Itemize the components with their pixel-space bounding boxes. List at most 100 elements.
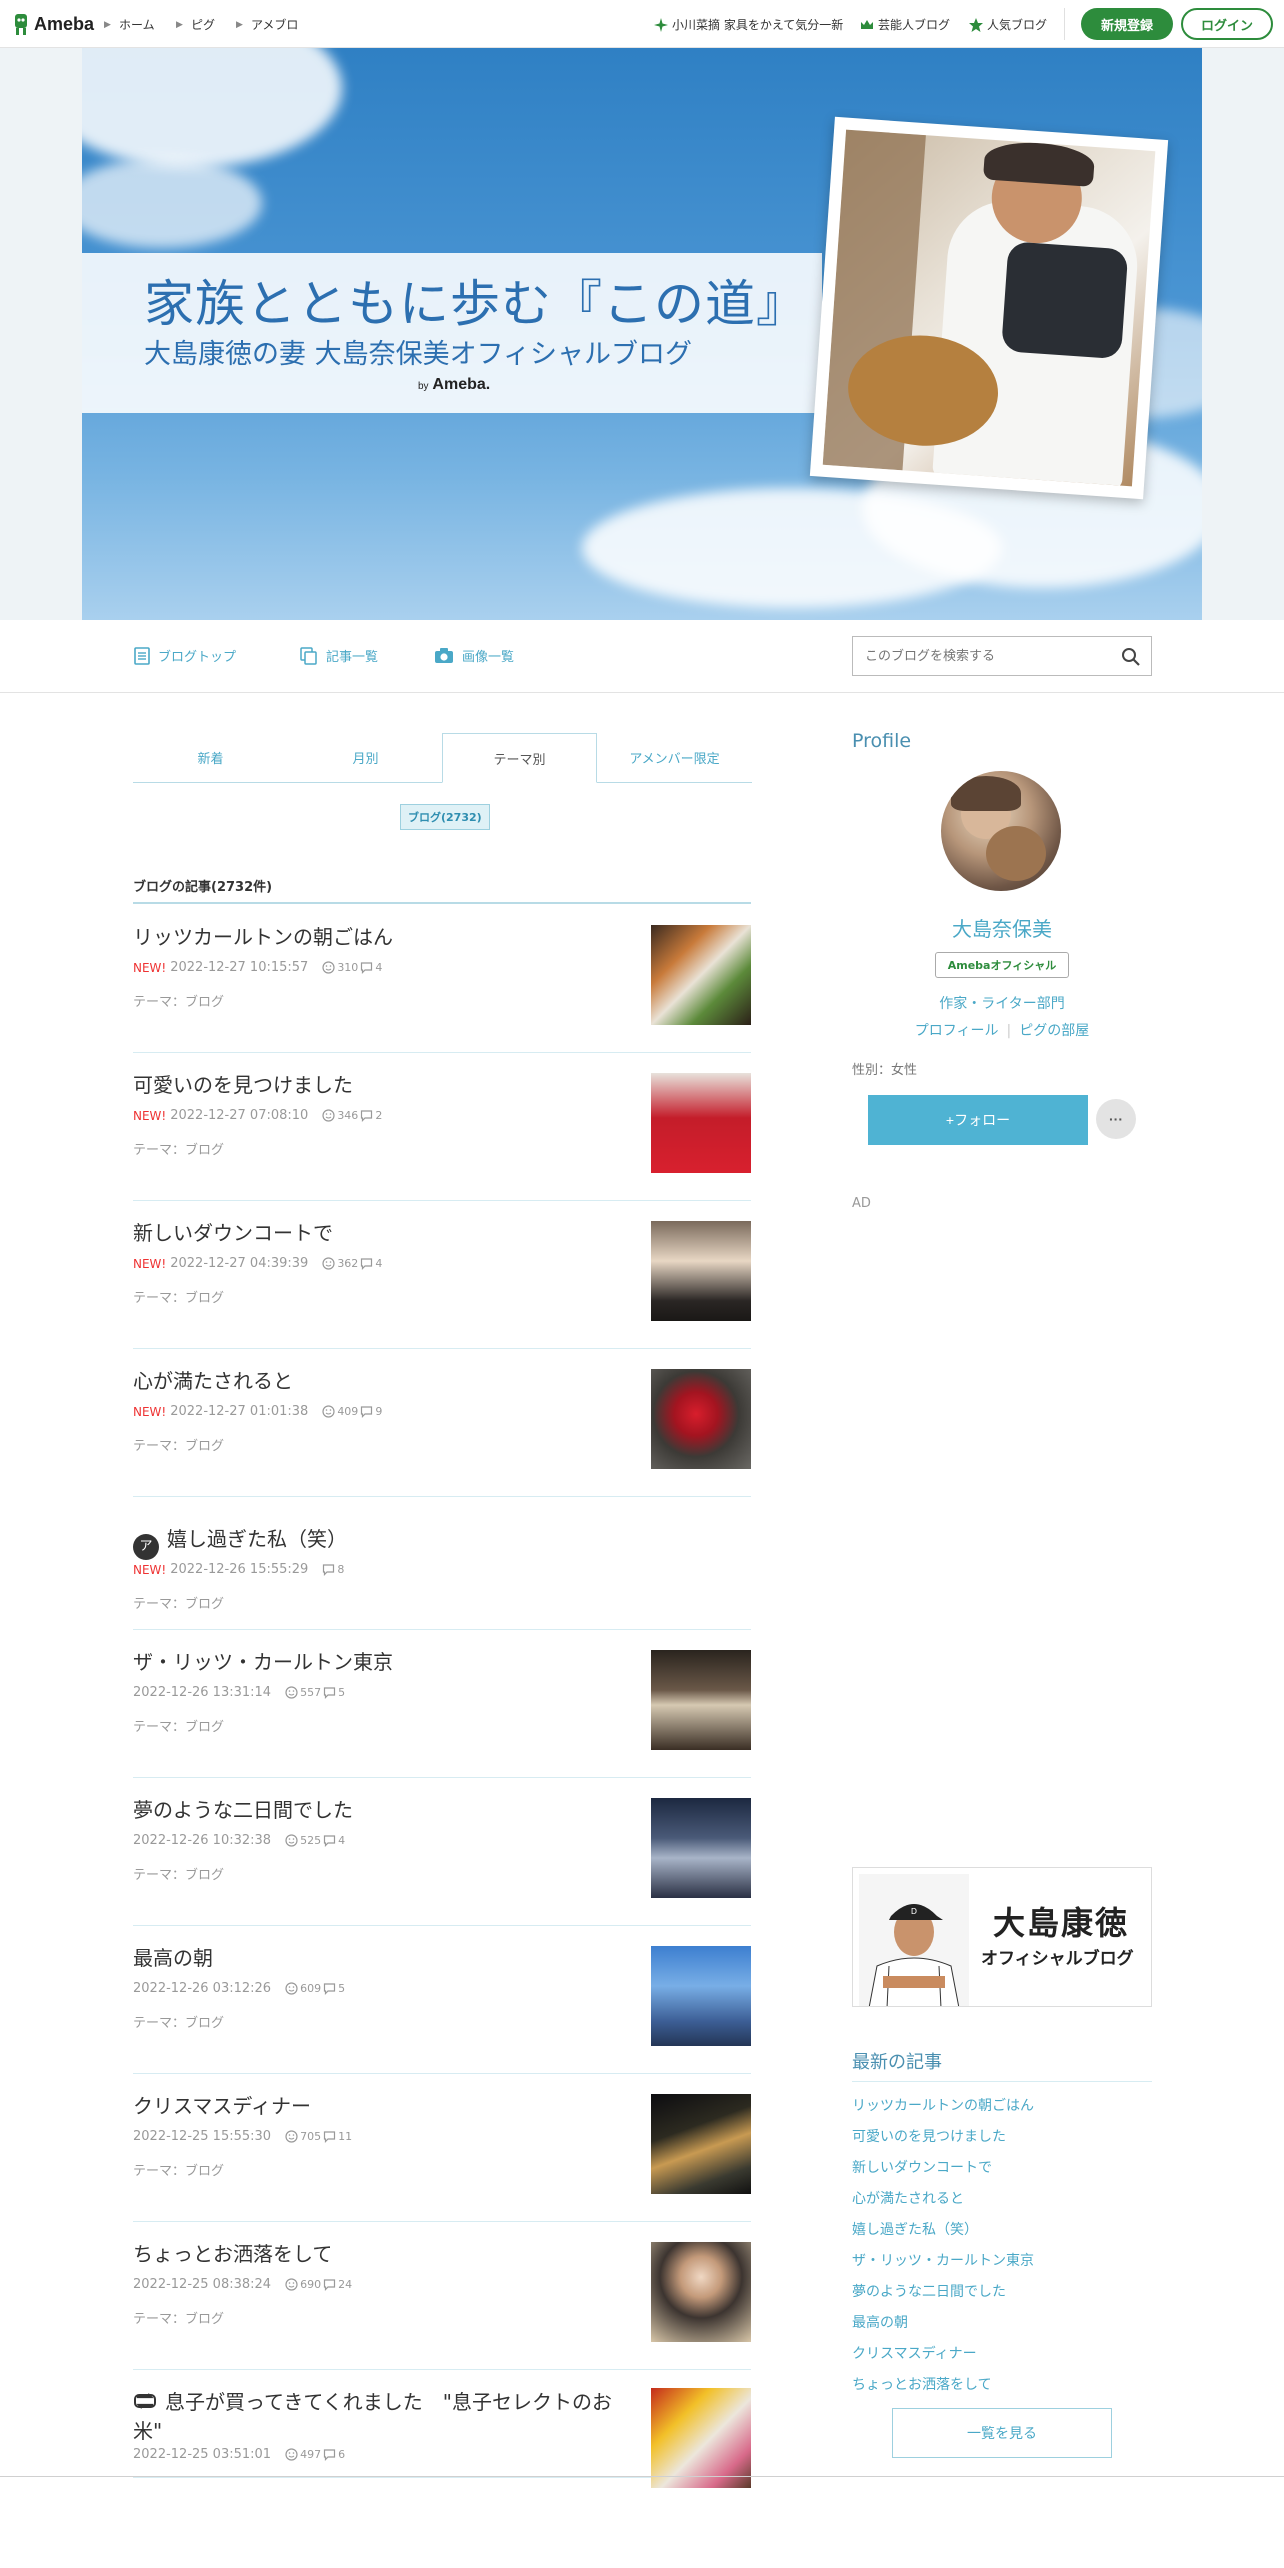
article-thumbnail[interactable] <box>651 925 751 1025</box>
more-options-button[interactable]: ··· <box>1096 1099 1136 1139</box>
article-title-link[interactable]: ア嬉し過ぎた私（笑） <box>133 1525 633 1560</box>
article-thumbnail[interactable] <box>651 1073 751 1173</box>
article-theme-link[interactable]: テーマ：ブログ <box>133 1139 224 1158</box>
article-title-link[interactable]: ザ・リッツ・カールトン東京 <box>133 1648 633 1677</box>
article-theme-link[interactable]: テーマ：ブログ <box>133 2160 224 2179</box>
hero-subtitle: 大島康徳の妻 大島奈保美オフィシャルブログ <box>144 339 693 370</box>
article-theme-link[interactable]: テーマ：ブログ <box>133 2308 224 2327</box>
comment-icon <box>323 1564 335 1576</box>
tab-theme[interactable]: テーマ別 <box>442 733 597 783</box>
nav-ameblo[interactable]: ▶ アメブロ <box>236 16 298 33</box>
blog-top-label: ブログトップ <box>158 650 237 665</box>
register-button[interactable]: 新規登録 <box>1081 8 1173 40</box>
image-list-link[interactable]: 画像一覧 <box>434 646 514 665</box>
tab-monthly[interactable]: 月別 <box>288 733 443 783</box>
article-title-link[interactable]: 息子が買ってきてくれました "息子セレクトのお米" <box>133 2388 633 2446</box>
article-entry[interactable]: クリスマスディナー 2022-12-25 15:55:30 705 11 テーマ：ブログ <box>133 2074 751 2222</box>
celebrity-blog-link[interactable]: 芸能人ブログ <box>859 16 950 33</box>
new-badge: NEW! <box>133 1108 167 1123</box>
article-entry[interactable]: ア嬉し過ぎた私（笑） NEW! 2022-12-26 15:55:29 8 テーマ：ブロ… <box>133 1497 751 1630</box>
article-title: リッツカールトンの朝ごはん <box>133 925 393 949</box>
hero-title: 家族とともに歩む『この道』 <box>144 275 807 333</box>
chevron-right-icon: ▶ <box>176 19 183 30</box>
article-entry[interactable]: ザ・リッツ・カールトン東京 2022-12-26 13:31:14 557 5 テーマ：… <box>133 1630 751 1778</box>
nav-pig[interactable]: ▶ ピグ <box>176 16 215 33</box>
latest-article-link[interactable]: ザ・リッツ・カールトン東京 <box>852 2250 1034 2270</box>
article-entry[interactable]: 夢のような二日間でした 2022-12-26 10:32:38 525 4 テーマ：ブロ… <box>133 1778 751 1926</box>
comment-count: 9 <box>375 1405 383 1418</box>
login-button[interactable]: ログイン <box>1181 8 1273 40</box>
article-thumbnail[interactable] <box>651 1369 751 1469</box>
comment-icon <box>361 1110 373 1122</box>
theme-chip-blog[interactable]: ブログ(2732) <box>400 804 490 830</box>
article-title-link[interactable]: 心が満たされると <box>133 1367 633 1396</box>
latest-article-link[interactable]: 新しいダウンコートで <box>852 2157 992 2177</box>
star-icon <box>969 17 983 32</box>
profile-name[interactable]: 大島奈保美 <box>852 913 1152 942</box>
latest-article-link[interactable]: 嬉し過ぎた私（笑） <box>852 2219 978 2239</box>
article-theme-link[interactable]: テーマ：ブログ <box>133 1864 224 1883</box>
tab-amember[interactable]: アメンバー限定 <box>597 733 752 783</box>
smile-icon <box>285 1686 298 1699</box>
article-thumbnail[interactable] <box>651 1650 751 1750</box>
comment-icon <box>323 2449 336 2461</box>
see-all-button[interactable]: 一覧を見る <box>892 2408 1112 2458</box>
ameba-logo[interactable]: Ameba <box>12 12 94 36</box>
banner-subtitle: オフィシャルブログ <box>981 1949 1134 1969</box>
article-title-link[interactable]: ちょっとお洒落をして <box>133 2240 633 2269</box>
article-title-link[interactable]: クリスマスディナー <box>133 2092 633 2121</box>
latest-article-link[interactable]: リッツカールトンの朝ごはん <box>852 2095 1034 2115</box>
latest-article-link[interactable]: 可愛いのを見つけました <box>852 2126 1006 2146</box>
comment-icon <box>361 1258 373 1270</box>
avatar[interactable] <box>941 771 1061 891</box>
article-theme-link[interactable]: テーマ：ブログ <box>133 1287 224 1306</box>
article-list-link[interactable]: 記事一覧 <box>300 646 378 665</box>
article-title-link[interactable]: 最高の朝 <box>133 1944 633 1973</box>
blog-search-input[interactable] <box>853 637 1103 675</box>
latest-article-link[interactable]: ちょっとお洒落をして <box>852 2374 992 2394</box>
like-count: 525 <box>300 1834 322 1847</box>
article-theme-link[interactable]: テーマ：ブログ <box>133 1435 224 1454</box>
article-title: 心が満たされると <box>133 1369 293 1393</box>
article-entry[interactable]: 可愛いのを見つけました NEW! 2022-12-27 07:08:10 346 2 テー… <box>133 1053 751 1201</box>
article-thumbnail[interactable] <box>651 1946 751 2046</box>
article-title-link[interactable]: 新しいダウンコートで <box>133 1219 633 1248</box>
article-thumbnail[interactable] <box>651 2094 751 2194</box>
article-thumbnail[interactable] <box>651 1221 751 1321</box>
latest-article-link[interactable]: 夢のような二日間でした <box>852 2281 1006 2301</box>
article-entry[interactable]: ちょっとお洒落をして 2022-12-25 08:38:24 690 24 テーマ：ブロ… <box>133 2222 751 2370</box>
article-thumbnail[interactable] <box>651 1798 751 1898</box>
profile-link[interactable]: プロフィール <box>915 1023 999 1039</box>
tab-new[interactable]: 新着 <box>133 733 288 783</box>
hero-by-brand: Ameba. <box>432 376 491 393</box>
latest-article-link[interactable]: 最高の朝 <box>852 2312 908 2332</box>
latest-article-link[interactable]: クリスマスディナー <box>852 2343 977 2363</box>
follow-button[interactable]: +フォロー <box>868 1095 1088 1145</box>
article-theme-link[interactable]: テーマ：ブログ <box>133 2012 224 2031</box>
article-theme-link[interactable]: テーマ：ブログ <box>133 991 224 1010</box>
article-title-link[interactable]: 夢のような二日間でした <box>133 1796 633 1825</box>
article-theme-link[interactable]: テーマ：ブログ <box>133 1716 224 1735</box>
article-entry[interactable]: 息子が買ってきてくれました "息子セレクトのお米" 2022-12-25 03:5… <box>133 2370 751 2488</box>
article-entry[interactable]: 心が満たされると NEW! 2022-12-27 01:01:38 409 9 テーマ：ブ… <box>133 1349 751 1497</box>
pig-room-link[interactable]: ピグの部屋 <box>1019 1023 1089 1039</box>
article-entry[interactable]: 新しいダウンコートで NEW! 2022-12-27 04:39:39 362 4 テーマ… <box>133 1201 751 1349</box>
article-title-link[interactable]: 可愛いのを見つけました <box>133 1071 633 1100</box>
oshima-yasunori-blog-banner[interactable]: D 大島康徳 オフィシャルブログ <box>852 1867 1152 2007</box>
popular-blog-link[interactable]: 人気ブログ <box>968 16 1047 33</box>
hero-banner[interactable]: 家族とともに歩む『この道』 大島康徳の妻 大島奈保美オフィシャルブログ by A… <box>82 48 1202 620</box>
nav-home[interactable]: ▶ ホーム <box>104 16 155 33</box>
article-theme-link[interactable]: テーマ：ブログ <box>133 1593 224 1612</box>
image-list-label: 画像一覧 <box>462 650 515 665</box>
promo-link[interactable]: 小川菜摘 家具をかえて気分一新 <box>653 16 843 33</box>
article-title-link[interactable]: リッツカールトンの朝ごはん <box>133 923 633 952</box>
latest-article-link[interactable]: 心が満たされると <box>852 2188 964 2208</box>
article-thumbnail[interactable] <box>651 2242 751 2342</box>
blog-top-link[interactable]: ブログトップ <box>134 646 236 665</box>
article-entry[interactable]: リッツカールトンの朝ごはん NEW! 2022-12-27 10:15:57 310 4… <box>133 905 751 1053</box>
article-title: 夢のような二日間でした <box>133 1798 353 1822</box>
article-thumbnail[interactable] <box>651 2388 751 2488</box>
article-entry[interactable]: 最高の朝 2022-12-26 03:12:26 609 5 テーマ：ブログ <box>133 1926 751 2074</box>
search-icon[interactable] <box>1121 647 1141 667</box>
profile-category-link[interactable]: 作家・ライター部門 <box>852 993 1152 1013</box>
